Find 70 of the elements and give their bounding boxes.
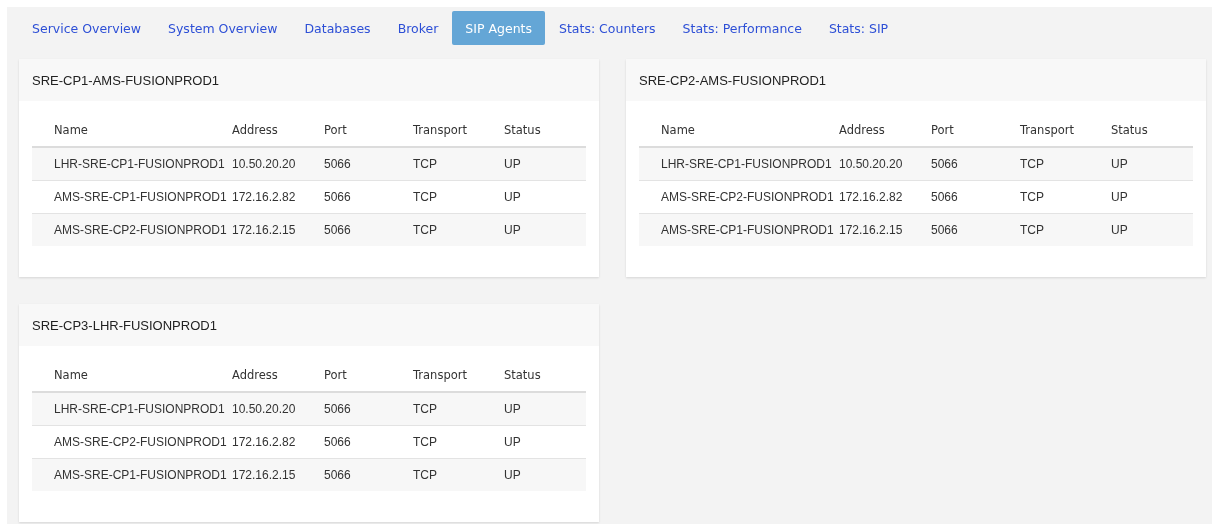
table-cell: TCP — [413, 190, 437, 204]
table-cell: UP — [504, 223, 521, 237]
table-cell: LHR-SRE-CP1-FUSIONPROD1 — [661, 157, 832, 171]
table-cell: 5066 — [931, 190, 958, 204]
table-cell: TCP — [413, 402, 437, 416]
table-cell: 172.16.2.82 — [232, 190, 296, 204]
table-cell: 5066 — [324, 223, 351, 237]
table-cell: AMS-SRE-CP1-FUSIONPROD1 — [54, 190, 227, 204]
table-cell: UP — [504, 157, 521, 171]
table-cell: UP — [504, 435, 521, 449]
table-cell: 172.16.2.82 — [839, 190, 903, 204]
nav-tab[interactable]: Service Overview — [19, 11, 155, 45]
table-cell: AMS-SRE-CP2-FUSIONPROD1 — [54, 435, 227, 449]
column-header: Name — [54, 368, 88, 382]
table-cell: 172.16.2.15 — [232, 223, 296, 237]
column-header: Name — [661, 123, 695, 137]
column-header: Status — [504, 123, 541, 137]
column-header: Status — [504, 368, 541, 382]
column-header: Address — [232, 368, 278, 382]
table-cell: UP — [504, 190, 521, 204]
nav-tab[interactable]: Databases — [291, 11, 384, 45]
card-title: SRE-CP2-AMS-FUSIONPROD1 — [639, 72, 827, 88]
column-header: Port — [324, 123, 347, 137]
column-header: Transport — [413, 123, 467, 137]
card-title: SRE-CP1-AMS-FUSIONPROD1 — [32, 72, 220, 88]
table-cell: 5066 — [324, 190, 351, 204]
nav-tab[interactable]: Stats: SIP — [815, 11, 902, 45]
table-cell: 10.50.20.20 — [232, 157, 296, 171]
table-cell: TCP — [1020, 223, 1044, 237]
nav-tab[interactable]: Broker — [384, 11, 452, 45]
table-cell: 5066 — [324, 402, 351, 416]
table-cell: 5066 — [324, 435, 351, 449]
column-header: Port — [931, 123, 954, 137]
table-cell: 5066 — [931, 223, 958, 237]
table-cell: 5066 — [324, 157, 351, 171]
nav-tab[interactable]: System Overview — [155, 11, 291, 45]
column-header: Port — [324, 368, 347, 382]
table-cell: 10.50.20.20 — [232, 402, 296, 416]
table-cell: AMS-SRE-CP2-FUSIONPROD1 — [54, 223, 227, 237]
column-header: Status — [1111, 123, 1148, 137]
table-cell: LHR-SRE-CP1-FUSIONPROD1 — [54, 157, 225, 171]
column-header: Address — [232, 123, 278, 137]
table-cell: TCP — [413, 223, 437, 237]
table-cell: UP — [504, 402, 521, 416]
table-cell: 10.50.20.20 — [839, 157, 903, 171]
table-cell: LHR-SRE-CP1-FUSIONPROD1 — [54, 402, 225, 416]
table-cell: UP — [1111, 190, 1128, 204]
table-cell: UP — [504, 468, 521, 482]
table-cell: UP — [1111, 157, 1128, 171]
card-title: SRE-CP3-LHR-FUSIONPROD1 — [32, 317, 217, 333]
table-cell: AMS-SRE-CP2-FUSIONPROD1 — [661, 190, 834, 204]
table-cell: TCP — [1020, 157, 1044, 171]
table-cell: 172.16.2.82 — [232, 435, 296, 449]
table-cell: TCP — [1020, 190, 1044, 204]
column-header: Transport — [1020, 123, 1074, 137]
table-cell: AMS-SRE-CP1-FUSIONPROD1 — [661, 223, 834, 237]
column-header: Transport — [413, 368, 467, 382]
nav-tab[interactable]: Stats: Counters — [546, 11, 669, 45]
table-cell: TCP — [413, 468, 437, 482]
table-cell: AMS-SRE-CP1-FUSIONPROD1 — [54, 468, 227, 482]
column-header: Address — [839, 123, 885, 137]
table-cell: TCP — [413, 435, 437, 449]
table-cell: 5066 — [324, 468, 351, 482]
column-header: Name — [54, 123, 88, 137]
table-cell: TCP — [413, 157, 437, 171]
table-cell: 172.16.2.15 — [839, 223, 903, 237]
table-cell: 172.16.2.15 — [232, 468, 296, 482]
table-cell: 5066 — [931, 157, 958, 171]
table-cell: UP — [1111, 223, 1128, 237]
nav-tab[interactable]: Stats: Performance — [669, 11, 815, 45]
